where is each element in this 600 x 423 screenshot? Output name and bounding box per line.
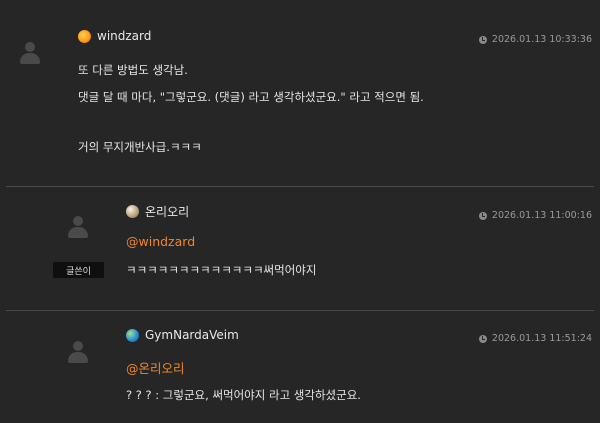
author-badge: 글쓴이 bbox=[53, 262, 104, 278]
comment-timestamp: 2026.01.13 11:51:24 bbox=[478, 333, 592, 344]
avatar-placeholder-icon[interactable] bbox=[20, 42, 40, 64]
comment-timestamp: 2026.01.13 11:00:16 bbox=[478, 210, 592, 221]
comment-timestamp: 2026.01.13 10:33:36 bbox=[478, 34, 592, 45]
comment-item: GymNardaVeim 2026.01.13 11:51:24 @온리오리 ?… bbox=[0, 311, 600, 423]
author-name: windzard bbox=[97, 29, 152, 43]
comment-text-line: ㅋㅋㅋㅋㅋㅋㅋㅋㅋㅋㅋㅋㅋ써먹어야지 bbox=[126, 263, 317, 277]
mention-link[interactable]: @windzard bbox=[126, 234, 195, 249]
comment-item: 온리오리 2026.01.13 11:00:16 @windzard ㅋㅋㅋㅋㅋ… bbox=[0, 187, 600, 310]
comment-text-line: 거의 무지개반사급.ㅋㅋㅋ bbox=[78, 140, 202, 154]
avatar-placeholder-icon[interactable] bbox=[68, 216, 88, 238]
user-level-icon bbox=[126, 205, 139, 218]
mention-link[interactable]: @온리오리 bbox=[126, 358, 185, 377]
comment-text-line: ? ? ? : 그렇군요, 써먹어야지 라고 생각하셨군요. bbox=[126, 388, 361, 402]
author-name: 온리오리 bbox=[145, 205, 190, 219]
comment-author[interactable]: windzard bbox=[78, 29, 151, 43]
author-name: GymNardaVeim bbox=[145, 328, 239, 342]
comment-author[interactable]: GymNardaVeim bbox=[126, 328, 239, 342]
comment-author[interactable]: 온리오리 bbox=[126, 203, 189, 220]
user-level-icon bbox=[126, 328, 139, 342]
avatar-placeholder-icon[interactable] bbox=[68, 341, 88, 363]
comment-item: windzard 2026.01.13 10:33:36 또 다른 방법도 생각… bbox=[0, 0, 600, 186]
clock-icon bbox=[478, 211, 487, 220]
comment-text-line: 댓글 달 때 마다, "그렇군요. (댓글) 라고 생각하셨군요." 라고 적으… bbox=[78, 90, 424, 104]
clock-icon bbox=[478, 35, 487, 44]
comment-text-line: 또 다른 방법도 생각남. bbox=[78, 63, 188, 77]
clock-icon bbox=[478, 334, 487, 343]
user-level-icon bbox=[78, 29, 91, 43]
